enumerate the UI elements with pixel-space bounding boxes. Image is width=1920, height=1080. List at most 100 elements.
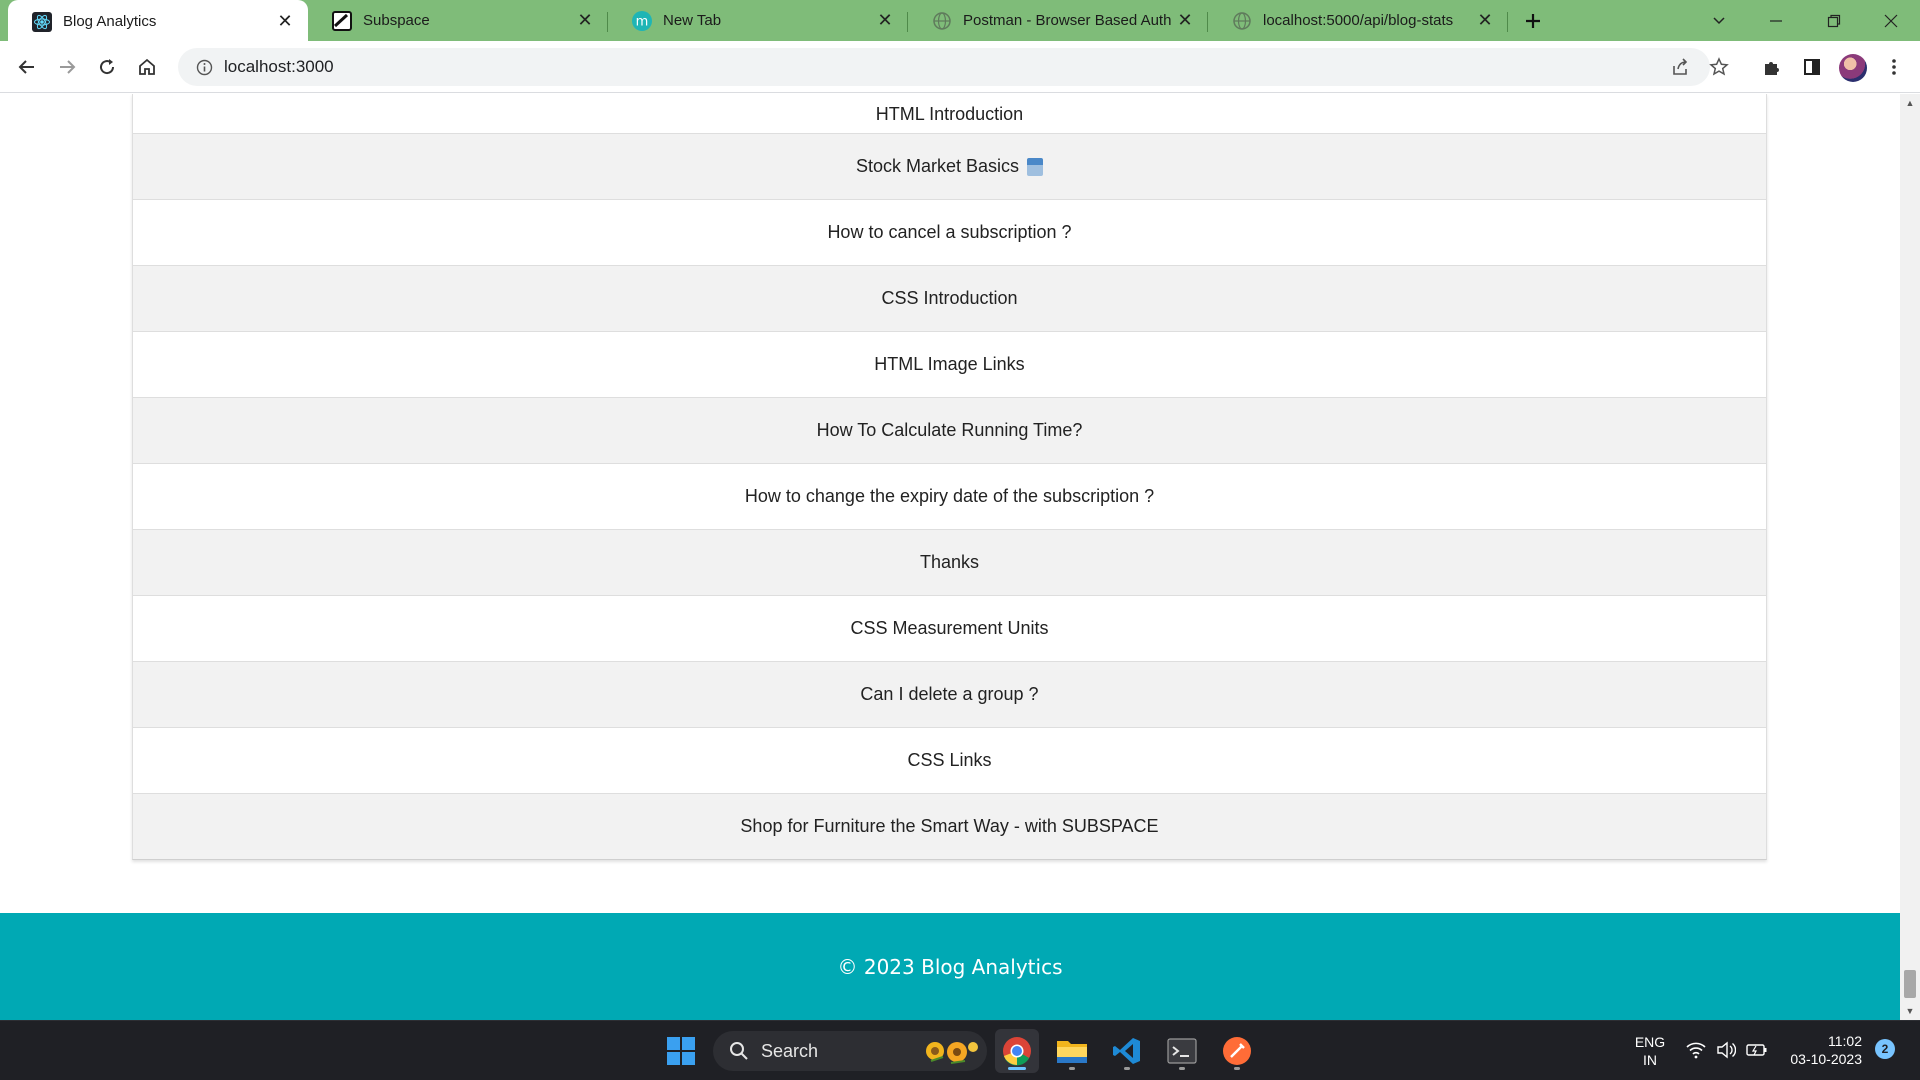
minimize-icon — [1770, 19, 1782, 22]
restore-button[interactable] — [1805, 0, 1863, 41]
list-item[interactable]: Can I delete a group ? — [133, 661, 1766, 727]
blog-title-list: HTML Introduction Stock Market Basics Ho… — [132, 94, 1767, 860]
tab-separator — [1507, 12, 1508, 32]
close-window-button[interactable] — [1862, 0, 1920, 41]
chrome-icon — [1003, 1037, 1031, 1066]
vscode-taskbar-icon[interactable] — [1105, 1029, 1149, 1073]
clock-date: 03-10-2023 — [1790, 1051, 1862, 1067]
bookmark-button[interactable] — [1703, 51, 1735, 83]
tab-search-button[interactable] — [1690, 0, 1748, 41]
file-explorer-taskbar-icon[interactable] — [1050, 1029, 1094, 1073]
new-tab-button[interactable] — [1518, 6, 1548, 36]
subspace-icon — [332, 10, 352, 31]
blog-title: How To Calculate Running Time? — [816, 420, 1083, 440]
tab-blog-analytics[interactable]: Blog Analytics ✕ — [8, 0, 308, 43]
plus-icon — [1526, 14, 1540, 28]
blog-title: CSS Links — [907, 750, 992, 770]
extensions-button[interactable] — [1756, 51, 1788, 83]
folder-icon — [1057, 1041, 1087, 1063]
list-item[interactable]: How to change the expiry date of the sub… — [133, 463, 1766, 529]
list-item[interactable]: Thanks — [133, 529, 1766, 595]
address-bar[interactable]: localhost:3000 — [178, 48, 1729, 86]
battery-icon[interactable] — [1746, 1041, 1768, 1063]
language-indicator[interactable]: ENG IN — [1628, 1033, 1672, 1069]
list-item[interactable]: CSS Links — [133, 727, 1766, 793]
menu-button[interactable] — [1878, 51, 1910, 83]
minimize-button[interactable] — [1747, 0, 1805, 41]
postman-icon — [1223, 1037, 1251, 1065]
share-icon — [1673, 58, 1688, 75]
page-footer: © 2023 Blog Analytics — [0, 913, 1900, 1020]
tab-label: Subspace — [363, 12, 430, 29]
list-item[interactable]: Stock Market Basics — [133, 133, 1766, 199]
blog-title: How to cancel a subscription ? — [827, 222, 1072, 242]
list-item[interactable]: How to cancel a subscription ? — [133, 199, 1766, 265]
start-button[interactable] — [659, 1029, 703, 1073]
side-panel-button[interactable] — [1796, 51, 1828, 83]
tab-label: New Tab — [663, 12, 722, 29]
taskbar-search[interactable]: Search — [713, 1031, 987, 1071]
list-item[interactable]: CSS Measurement Units — [133, 595, 1766, 661]
notification-badge[interactable]: 2 — [1875, 1039, 1895, 1059]
tab-postman[interactable]: Postman - Browser Based Auth ✕ — [908, 0, 1208, 41]
chrome-taskbar-icon[interactable] — [995, 1029, 1039, 1073]
windows-logo-icon — [667, 1037, 695, 1065]
volume-icon[interactable] — [1716, 1041, 1737, 1063]
scroll-up-arrow[interactable]: ▲ — [1900, 94, 1920, 112]
forward-button[interactable] — [51, 51, 83, 83]
share-button[interactable] — [1664, 51, 1696, 83]
list-item[interactable]: How To Calculate Running Time? — [133, 397, 1766, 463]
blog-title: Thanks — [919, 552, 980, 572]
wifi-icon[interactable] — [1686, 1041, 1706, 1063]
home-icon — [139, 58, 155, 75]
tab-label: Blog Analytics — [63, 13, 157, 30]
url-text[interactable]: localhost:3000 — [224, 57, 334, 77]
page-scrollbar[interactable]: ▲ ▼ — [1900, 94, 1920, 1020]
close-icon[interactable]: ✕ — [1474, 10, 1496, 32]
back-button[interactable] — [11, 51, 43, 83]
postman-taskbar-icon[interactable] — [1215, 1029, 1259, 1073]
terminal-icon — [1167, 1038, 1197, 1064]
tab-label: localhost:5000/api/blog-stats — [1263, 12, 1454, 29]
more-vert-icon — [1892, 59, 1896, 75]
list-item[interactable]: CSS Introduction — [133, 265, 1766, 331]
list-item[interactable]: HTML Introduction — [133, 94, 1766, 133]
search-label: Search — [761, 1040, 819, 1061]
m-icon: m — [632, 10, 652, 31]
avatar[interactable] — [1839, 54, 1867, 82]
tab-new-tab[interactable]: m New Tab ✕ — [608, 0, 908, 41]
page-viewport: HTML Introduction Stock Market Basics Ho… — [0, 94, 1900, 1020]
puzzle-icon — [1765, 62, 1779, 75]
side-panel-icon — [1804, 59, 1820, 75]
globe-icon — [1232, 11, 1252, 31]
windows-taskbar: Search ENG IN 11:02 03-10-2023 2 — [0, 1020, 1920, 1080]
home-button[interactable] — [131, 51, 163, 83]
info-icon[interactable] — [184, 59, 224, 76]
close-icon[interactable]: ✕ — [1174, 10, 1196, 32]
blog-title: Stock Market Basics — [855, 156, 1020, 176]
arrow-right-icon — [60, 60, 76, 74]
blog-title: Shop for Furniture the Smart Way - with … — [740, 816, 1159, 836]
close-icon[interactable]: ✕ — [874, 10, 896, 32]
scroll-down-arrow[interactable]: ▼ — [1900, 1002, 1920, 1020]
scrollbar-thumb[interactable] — [1904, 970, 1916, 998]
list-item[interactable]: HTML Image Links — [133, 331, 1766, 397]
close-icon[interactable]: ✕ — [274, 11, 296, 33]
terminal-taskbar-icon[interactable] — [1160, 1029, 1204, 1073]
react-icon — [32, 11, 52, 32]
list-item[interactable]: Shop for Furniture the Smart Way - with … — [133, 793, 1766, 859]
globe-icon — [932, 11, 952, 31]
running-indicator — [1234, 1067, 1240, 1070]
reload-button[interactable] — [91, 51, 123, 83]
close-icon[interactable]: ✕ — [574, 10, 596, 32]
region-text: IN — [1643, 1052, 1657, 1068]
tab-blog-stats-api[interactable]: localhost:5000/api/blog-stats ✕ — [1208, 0, 1508, 41]
tab-subspace[interactable]: Subspace ✕ — [308, 0, 608, 41]
clock[interactable]: 11:02 03-10-2023 — [1782, 1032, 1862, 1068]
chevron-down-icon — [1713, 16, 1725, 24]
tab-label: Postman - Browser Based Auth — [963, 12, 1172, 29]
running-indicator — [1124, 1067, 1130, 1070]
active-indicator — [1008, 1067, 1026, 1070]
running-indicator — [1069, 1067, 1075, 1070]
reload-icon — [100, 59, 115, 75]
